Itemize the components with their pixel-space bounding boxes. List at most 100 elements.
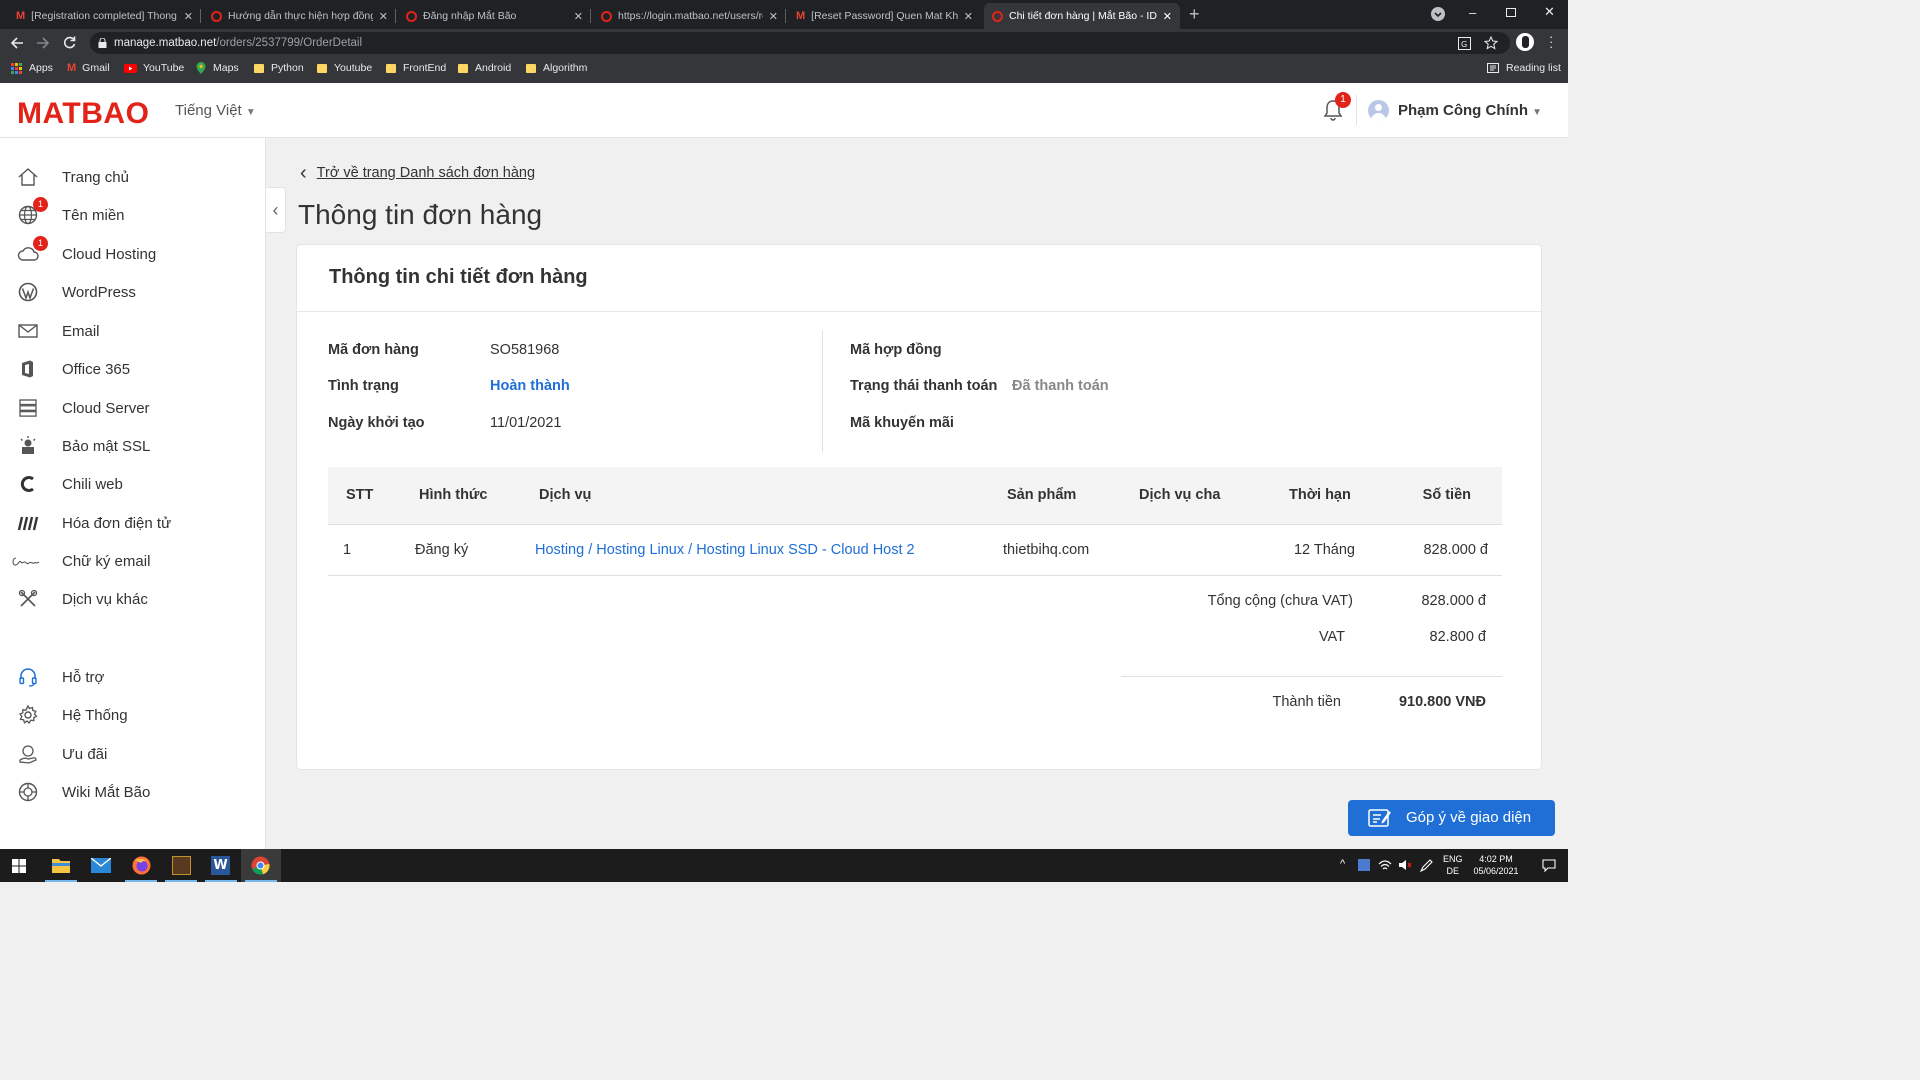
field-label-order-id: Mã đơn hàng: [328, 342, 419, 358]
bookmark-folder-algorithm[interactable]: Algorithm: [526, 62, 587, 74]
column-header: Dịch vụ: [539, 487, 592, 503]
pen-icon[interactable]: [1419, 859, 1433, 872]
sidebar-item-support[interactable]: Hỗ trợ: [0, 659, 266, 695]
subtotal-value: 828.000 đ: [1421, 593, 1486, 609]
tab-search-icon[interactable]: [1431, 7, 1445, 21]
bookmark-youtube[interactable]: YouTube: [124, 62, 184, 74]
sidebar-item-email[interactable]: Email: [0, 313, 266, 349]
close-tab-icon[interactable]: ✕: [769, 10, 778, 23]
sidebar-collapse-button[interactable]: ‹: [266, 187, 286, 233]
matbao-logo[interactable]: MATBAO: [17, 97, 149, 131]
vat-label: VAT: [1318, 629, 1345, 645]
address-bar[interactable]: manage.matbao.net/orders/2537799/OrderDe…: [90, 32, 1510, 54]
sidebar-item-domain[interactable]: 1 Tên miền: [0, 197, 266, 233]
column-header: Thời hạn: [1289, 487, 1351, 503]
field-label-status: Tình trạng: [328, 378, 399, 394]
sidebar-item-cloud-server[interactable]: Cloud Server: [0, 390, 266, 426]
bookmark-apps[interactable]: Apps: [11, 62, 53, 74]
new-tab-icon[interactable]: +: [1189, 4, 1200, 25]
bookmark-star-icon[interactable]: [1484, 36, 1498, 50]
taskbar-chrome[interactable]: [241, 849, 281, 882]
back-to-order-list-link[interactable]: ‹ Trở về trang Danh sách đơn hàng: [300, 163, 536, 183]
browser-tab-bar: M [Registration completed] Thong ✕ Hướng…: [0, 0, 1568, 29]
tray-app-icon[interactable]: [1358, 859, 1370, 871]
input-language[interactable]: ENG DE: [1443, 853, 1463, 877]
invoice-icon: [17, 516, 39, 531]
forward-arrow-icon[interactable]: [36, 36, 50, 50]
browser-tab-active[interactable]: Chi tiết đơn hàng | Mắt Bão - ID ✕: [984, 3, 1180, 29]
opera-icon: [406, 10, 417, 22]
maps-pin-icon: [196, 62, 206, 74]
wifi-icon[interactable]: [1378, 859, 1392, 871]
bookmark-folder-python[interactable]: Python: [254, 62, 304, 74]
gmail-icon: M: [67, 62, 77, 74]
back-arrow-icon[interactable]: [10, 36, 24, 50]
taskbar-game-app[interactable]: [161, 849, 201, 882]
sidebar-item-offers[interactable]: Ưu đãi: [0, 736, 266, 772]
avatar[interactable]: [1368, 100, 1389, 121]
close-tab-icon[interactable]: ✕: [184, 10, 193, 23]
chevron-up-icon[interactable]: ^: [1340, 858, 1345, 870]
bookmark-maps[interactable]: Maps: [196, 62, 239, 74]
back-link-text: Trở về trang Danh sách đơn hàng: [316, 165, 536, 181]
translate-icon[interactable]: G: [1458, 37, 1471, 50]
bookmark-folder-youtube[interactable]: Youtube: [317, 62, 372, 74]
bookmark-gmail[interactable]: M Gmail: [67, 62, 110, 74]
browser-tab[interactable]: Hướng dẫn thực hiện hợp đồng ✕: [203, 3, 396, 29]
browser-tab[interactable]: M [Registration completed] Thong ✕: [8, 3, 201, 29]
sidebar-item-ssl[interactable]: Bảo mật SSL: [0, 428, 266, 464]
sidebar-item-label: Tên miền: [62, 207, 125, 224]
windows-taskbar: W ^ ENG DE 4:02 PM 05/06/2021: [0, 849, 1568, 882]
sidebar-item-email-signature[interactable]: Chữ ký email: [0, 543, 266, 579]
sidebar-item-other-services[interactable]: Dịch vụ khác: [0, 581, 266, 617]
lock-icon[interactable]: [98, 38, 107, 48]
close-tab-icon[interactable]: ✕: [964, 10, 973, 23]
feedback-button[interactable]: Góp ý về giao diện: [1348, 800, 1555, 836]
cell-product: thietbihq.com: [1003, 542, 1090, 558]
sidebar-item-system[interactable]: Hệ Thống: [0, 697, 266, 733]
service-link[interactable]: Hosting / Hosting Linux / Hosting Linux …: [535, 542, 915, 558]
sidebar-item-e-invoice[interactable]: Hóa đơn điện tử: [0, 505, 266, 541]
taskbar-firefox[interactable]: [121, 849, 161, 882]
close-tab-icon[interactable]: ✕: [379, 10, 388, 23]
column-header: Sản phẩm: [1007, 487, 1077, 503]
bookmark-folder-android[interactable]: Android: [458, 62, 511, 74]
clock[interactable]: 4:02 PM 05/06/2021: [1472, 853, 1520, 877]
maximize-icon[interactable]: [1506, 8, 1516, 17]
reload-icon[interactable]: [62, 35, 77, 50]
language-selector[interactable]: Tiếng Việt ▼: [175, 102, 256, 119]
bookmark-label: Android: [475, 62, 512, 74]
kebab-menu-icon[interactable]: · · ·: [1549, 30, 1553, 53]
speaker-muted-icon[interactable]: [1398, 859, 1412, 871]
user-menu[interactable]: Phạm Công Chính ▼: [1398, 102, 1542, 119]
browser-tab[interactable]: https://login.matbao.net/users/re ✕: [593, 3, 786, 29]
close-tab-icon[interactable]: ✕: [574, 10, 583, 23]
windows-start-icon[interactable]: [12, 859, 26, 873]
minimize-icon[interactable]: –: [1469, 5, 1476, 20]
taskbar-word[interactable]: W: [201, 849, 241, 882]
folder-icon: [386, 63, 396, 73]
profile-avatar-icon[interactable]: [1516, 33, 1534, 51]
close-tab-icon[interactable]: ✕: [1163, 10, 1172, 23]
browser-tab[interactable]: M [Reset Password] Quen Mat Khau ✕: [788, 3, 981, 29]
sidebar-item-wiki[interactable]: Wiki Mắt Bão: [0, 774, 266, 810]
sidebar-item-wordpress[interactable]: WordPress: [0, 274, 266, 310]
reading-list-button[interactable]: Reading list: [1487, 62, 1561, 74]
firefox-icon: [132, 856, 151, 875]
sidebar-item-chili-web[interactable]: Chili web: [0, 466, 266, 502]
close-window-icon[interactable]: ✕: [1544, 4, 1555, 20]
sidebar-item-label: Email: [62, 323, 100, 340]
browser-tab[interactable]: Đăng nhập Mắt Bão ✕: [398, 3, 591, 29]
tab-title: Chi tiết đơn hàng | Mắt Bão - ID: [1009, 10, 1157, 22]
taskbar-mail[interactable]: [81, 849, 121, 882]
sidebar-item-office-365[interactable]: Office 365: [0, 351, 266, 387]
taskbar-file-explorer[interactable]: [41, 849, 81, 882]
notification-center-icon[interactable]: [1542, 859, 1556, 872]
tab-title: https://login.matbao.net/users/re: [618, 10, 763, 22]
total-label: Thành tiền: [1272, 694, 1341, 710]
sidebar-item-home[interactable]: Trang chủ: [0, 159, 266, 195]
sidebar-item-cloud-hosting[interactable]: 1 Cloud Hosting: [0, 236, 266, 272]
bookmark-label: Apps: [29, 62, 53, 74]
bookmark-folder-frontend[interactable]: FrontEnd: [386, 62, 446, 74]
payment-status-value: Đã thanh toán: [1012, 378, 1109, 394]
